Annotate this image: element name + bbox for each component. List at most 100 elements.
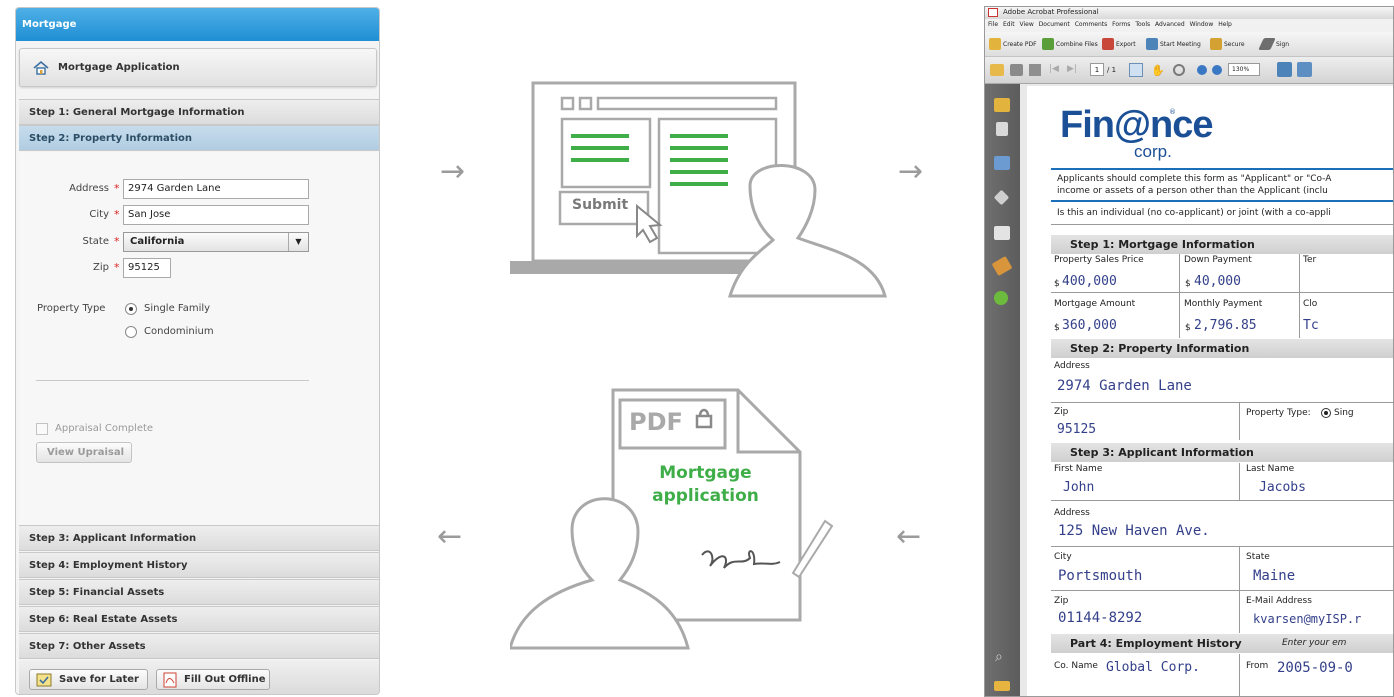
chevron-down-icon[interactable]: ▼ <box>288 233 308 251</box>
page-number-input[interactable]: 1 <box>1090 63 1104 76</box>
combine-files-icon[interactable] <box>1042 38 1054 50</box>
create-pdf-button[interactable]: Create PDF <box>1003 41 1037 48</box>
menu-edit[interactable]: Edit <box>1003 21 1015 28</box>
tag-icon[interactable] <box>991 255 1013 277</box>
step-3-header[interactable]: Step 3: Applicant Information <box>19 525 379 551</box>
zip-input[interactable]: 95125 <box>123 258 171 278</box>
monthly-payment-label: Monthly Payment <box>1184 299 1263 309</box>
open-folder-icon[interactable] <box>990 64 1004 76</box>
state-value[interactable]: Maine <box>1253 568 1295 584</box>
city-input[interactable]: San Jose <box>123 205 309 225</box>
edit-icon[interactable] <box>994 226 1010 240</box>
zoom-in-icon[interactable] <box>1212 65 1222 75</box>
closing-value[interactable]: Tc <box>1303 318 1319 333</box>
fill-out-offline-button[interactable]: Fill Out Offline <box>156 669 270 690</box>
single-family-radio[interactable] <box>1321 408 1331 418</box>
step-4-header[interactable]: Step 4: Employment History <box>19 552 379 578</box>
attachment-icon[interactable]: ⌕ <box>995 649 1003 665</box>
step-7-header[interactable]: Step 7: Other Assets <box>19 633 379 659</box>
step-2-header[interactable]: Step 2: Property Information <box>19 125 379 151</box>
registered-mark: ® <box>1169 108 1176 116</box>
zip-value[interactable]: 95125 <box>1057 422 1096 437</box>
intro-line-1: Applicants should complete this form as … <box>1057 174 1332 184</box>
from-value[interactable]: 2005-09-0 <box>1277 660 1353 676</box>
col-line <box>1239 654 1240 696</box>
home-icon[interactable] <box>33 60 49 76</box>
condominium-radio[interactable] <box>125 326 137 338</box>
first-name-value[interactable]: John <box>1063 480 1094 495</box>
divider <box>1051 224 1393 225</box>
step-6-header[interactable]: Step 6: Real Estate Assets <box>19 606 379 632</box>
hand-tool-icon[interactable]: ✋ <box>1151 64 1165 77</box>
col-line <box>1239 463 1240 500</box>
applicant-address-label: Address <box>1054 508 1090 518</box>
secure-button[interactable]: Secure <box>1224 41 1245 48</box>
part4-title: Part 4: Employment History <box>1070 637 1242 650</box>
menu-forms[interactable]: Forms <box>1112 21 1130 28</box>
model-tree-icon[interactable] <box>993 189 1010 206</box>
fit-width-icon[interactable] <box>1297 62 1312 77</box>
step-5-header[interactable]: Step 5: Financial Assets <box>19 579 379 605</box>
address-value[interactable]: 2974 Garden Lane <box>1057 378 1192 394</box>
combine-files-button[interactable]: Combine Files <box>1056 41 1098 48</box>
email-value[interactable]: kvarsen@myISP.r <box>1253 612 1361 626</box>
secure-icon[interactable] <box>1210 38 1222 50</box>
next-page-icon[interactable]: ▶| <box>1067 64 1077 74</box>
menu-file[interactable]: File <box>988 21 998 28</box>
property-sales-price-value[interactable]: 400,000 <box>1062 274 1117 289</box>
menu-view[interactable]: View <box>1020 21 1034 28</box>
menu-advanced[interactable]: Advanced <box>1155 21 1185 28</box>
currency-symbol: $ <box>1185 279 1191 289</box>
menu-document[interactable]: Document <box>1039 21 1070 28</box>
pages-icon[interactable] <box>994 98 1010 112</box>
down-payment-value[interactable]: 40,000 <box>1194 274 1241 289</box>
view-upraisal-button[interactable]: View Upraisal <box>36 442 132 463</box>
app-header: Mortgage Application <box>19 48 377 87</box>
submit-button-illustration: Submit <box>572 197 629 213</box>
fit-page-icon[interactable] <box>1277 62 1292 77</box>
sign-button[interactable]: Sign <box>1276 41 1289 48</box>
mortgage-amount-value[interactable]: 360,000 <box>1062 318 1117 333</box>
single-family-radio[interactable] <box>125 303 137 315</box>
save-disk-icon[interactable] <box>1029 64 1041 76</box>
start-meeting-button[interactable]: Start Meeting <box>1160 41 1201 48</box>
sign-icon[interactable] <box>1258 38 1276 50</box>
previous-page-icon[interactable]: |◀ <box>1049 64 1059 74</box>
print-icon[interactable] <box>1010 64 1023 76</box>
state-select[interactable]: California ▼ <box>123 232 309 252</box>
appraisal-checkbox[interactable] <box>36 423 48 435</box>
export-button[interactable]: Export <box>1116 41 1136 48</box>
menu-comments[interactable]: Comments <box>1075 21 1108 28</box>
zoom-tool-icon[interactable] <box>1173 64 1185 76</box>
fill-out-offline-label: Fill Out Offline <box>184 674 266 685</box>
comment-icon[interactable] <box>994 681 1010 691</box>
blue-rule <box>1051 200 1393 202</box>
address-input[interactable]: 2974 Garden Lane <box>123 179 309 199</box>
finance-logo-sub: corp. <box>1134 142 1172 161</box>
create-pdf-icon[interactable] <box>989 38 1001 50</box>
footer-bar: Save for Later Fill Out Offline <box>19 660 379 694</box>
select-tool-icon[interactable] <box>1129 63 1143 77</box>
row-line <box>1051 402 1393 403</box>
part4-header: Part 4: Employment History Enter your em <box>1051 634 1393 653</box>
monthly-payment-value[interactable]: 2,796.85 <box>1194 318 1257 333</box>
applicant-address-value[interactable]: 125 New Haven Ave. <box>1058 523 1210 539</box>
save-for-later-button[interactable]: Save for Later <box>29 669 148 690</box>
start-meeting-icon[interactable] <box>1146 38 1158 50</box>
zip-label: Zip <box>1054 407 1069 417</box>
export-icon[interactable] <box>1102 38 1114 50</box>
arrow-right: → <box>440 154 466 189</box>
zoom-level-input[interactable]: 130% <box>1228 63 1260 76</box>
city-value[interactable]: Portsmouth <box>1058 568 1142 584</box>
bookmarks-icon[interactable] <box>996 122 1008 136</box>
company-name-value[interactable]: Global Corp. <box>1106 660 1200 675</box>
menu-window[interactable]: Window <box>1190 21 1214 28</box>
step-1-header[interactable]: Step 1: General Mortgage Information <box>19 99 379 125</box>
layers-icon[interactable] <box>994 156 1010 170</box>
menu-tools[interactable]: Tools <box>1135 21 1150 28</box>
last-name-value[interactable]: Jacobs <box>1259 480 1306 495</box>
help-icon[interactable] <box>994 291 1008 305</box>
menu-help[interactable]: Help <box>1218 21 1232 28</box>
applicant-zip-value[interactable]: 01144-8292 <box>1058 610 1142 626</box>
zoom-out-icon[interactable] <box>1197 65 1207 75</box>
